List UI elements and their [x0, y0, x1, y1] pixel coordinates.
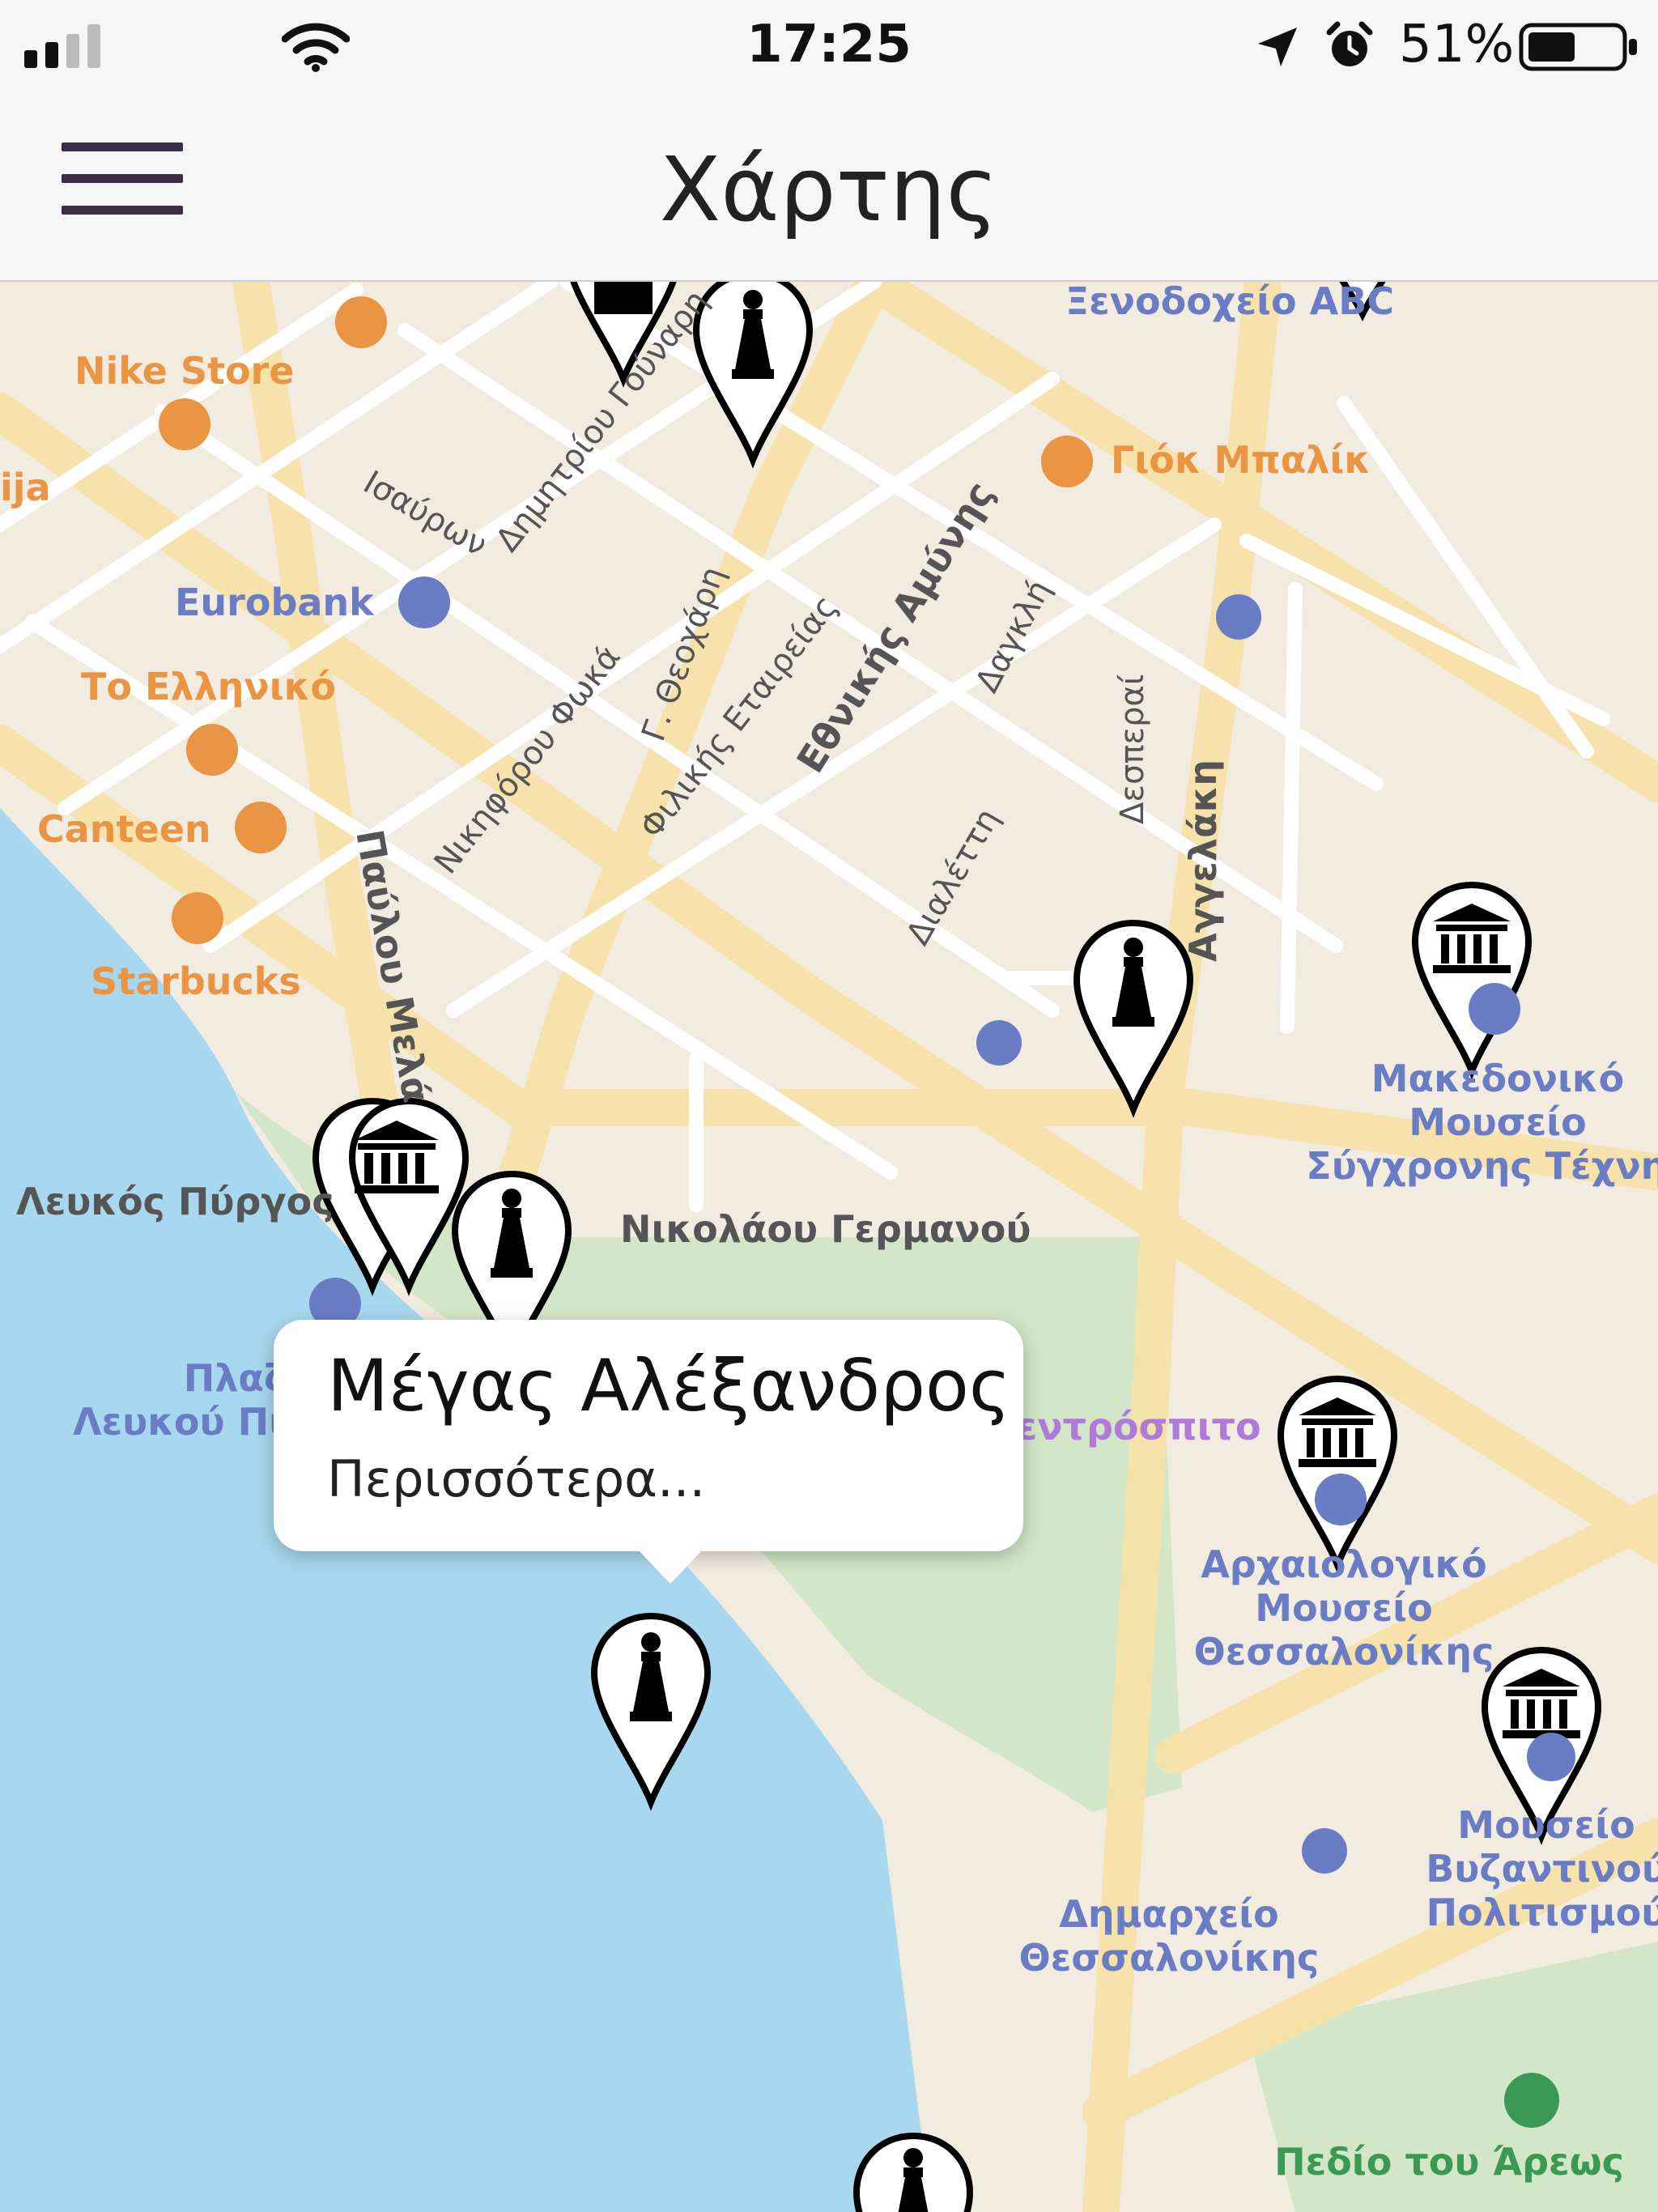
poi-label[interactable]: Λευκός Πύργος	[16, 1180, 334, 1223]
poi-label[interactable]: Μουσείο	[1457, 1803, 1635, 1847]
poi-label[interactable]: Γιόκ Μπαλίκ	[1111, 438, 1371, 482]
pin-callout[interactable]: Μέγας Αλέξανδρος Περισσότερα...	[274, 1320, 1023, 1584]
poi-label[interactable]: Θεσσαλονίκης	[1194, 1630, 1494, 1674]
poi-label[interactable]: Βυζαντινού	[1426, 1847, 1658, 1891]
poi-label[interactable]: ija	[0, 466, 51, 509]
poi-label[interactable]: Ξενοδοχείο ABC	[1065, 282, 1394, 323]
status-bar: 17:25 51%	[0, 0, 1658, 97]
poi-label[interactable]: Πλαζ	[184, 1356, 286, 1400]
map-view[interactable]: Nike Store Eurobank Το Ελληνικό Canteen …	[0, 282, 1658, 2212]
poi-label[interactable]: Starbucks	[91, 959, 301, 1003]
poi-label[interactable]: Canteen	[37, 807, 211, 851]
navigation-bar: Χάρτης	[0, 97, 1658, 282]
poi-label[interactable]: Πολιτισμού	[1426, 1891, 1658, 1934]
page-title: Χάρτης	[659, 138, 999, 241]
map-canvas: Nike Store Eurobank Το Ελληνικό Canteen …	[0, 282, 1658, 2212]
alarm-icon	[1326, 21, 1373, 66]
street-label: Αγγελάκη	[1181, 759, 1225, 962]
poi-label[interactable]: Eurobank	[175, 581, 375, 624]
poi-label[interactable]: Μουσείο	[1255, 1586, 1432, 1630]
poi-label[interactable]: Αρχαιολογικό	[1201, 1542, 1487, 1586]
poi-label[interactable]: Το Ελληνικό	[81, 665, 336, 708]
callout-title: Μέγας Αλέξανδρος	[327, 1344, 1011, 1427]
callout-more-link[interactable]: Περισσότερα...	[327, 1449, 705, 1508]
poi-label[interactable]: Μακεδονικό	[1371, 1057, 1624, 1100]
hamburger-menu-icon[interactable]	[62, 143, 183, 215]
poi-label[interactable]: Σύγχρονης Τέχνης	[1306, 1144, 1658, 1188]
poi-label[interactable]: Μουσείο	[1409, 1100, 1586, 1144]
battery-icon	[1519, 23, 1637, 71]
poi-label[interactable]: Nike Store	[74, 349, 294, 393]
poi-label[interactable]: Θεσσαλονίκης	[1019, 1936, 1320, 1980]
poi-label[interactable]: Δημαρχείο	[1059, 1892, 1279, 1936]
poi-label[interactable]: Πεδίο του Άρεως	[1274, 2140, 1624, 2184]
poi-label[interactable]: Κεντρόσπιτο	[988, 1405, 1261, 1448]
street-label: Δεσπεραί	[1114, 674, 1151, 824]
battery-percent: 51%	[1399, 15, 1515, 74]
location-arrow-icon	[1258, 28, 1297, 66]
street-label: Νικολάου Γερμανού	[620, 1207, 1031, 1251]
